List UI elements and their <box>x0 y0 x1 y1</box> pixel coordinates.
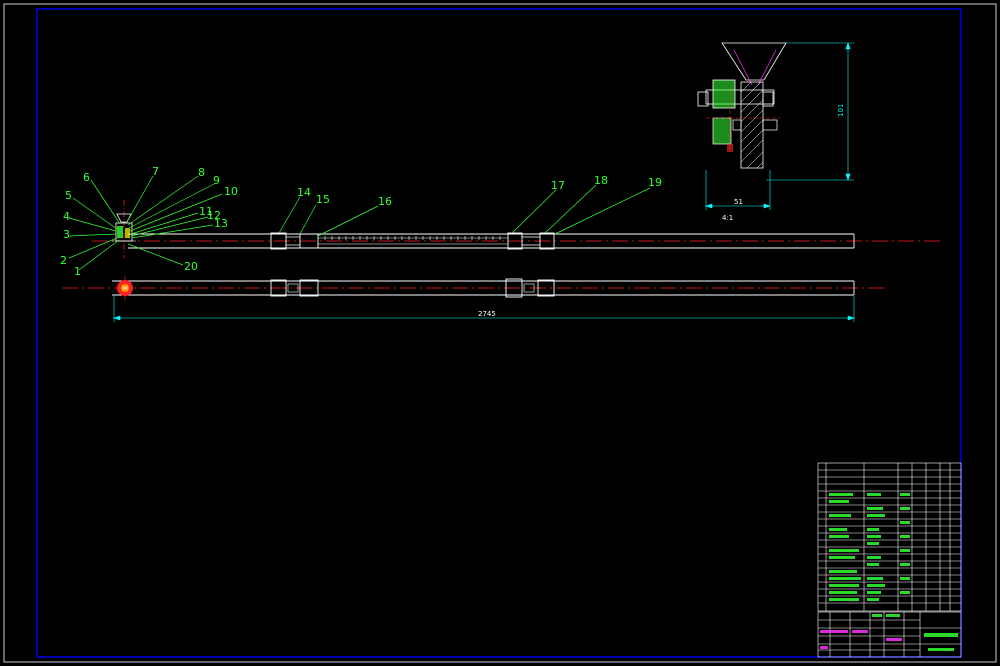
detail-view <box>697 42 854 210</box>
parts-list-table <box>817 462 962 612</box>
detail-height-label: 101 <box>837 104 845 117</box>
head-assembly <box>112 200 136 258</box>
balloon-7: 7 <box>152 165 159 178</box>
balloon-4: 4 <box>63 210 70 223</box>
balloon-15: 15 <box>316 193 330 206</box>
balloon-3: 3 <box>63 228 70 241</box>
balloon-20: 20 <box>184 260 198 273</box>
title-block <box>817 611 962 658</box>
detail-width-label: 51 <box>734 198 743 206</box>
balloon-2: 2 <box>60 254 67 267</box>
threaded-rod <box>318 236 508 245</box>
balloon-14: 14 <box>297 186 311 199</box>
overall-length-dimension <box>113 296 855 322</box>
sheet-border <box>3 3 997 663</box>
balloon-8: 8 <box>198 166 205 179</box>
cad-drawing-sheet: 1 2 3 4 5 6 7 8 9 10 11 12 13 14 15 16 1… <box>3 3 997 663</box>
balloon-18: 18 <box>594 174 608 187</box>
balloon-17: 17 <box>551 179 565 192</box>
front-view <box>68 175 942 271</box>
balloon-10: 10 <box>224 185 238 198</box>
balloon-5: 5 <box>65 189 72 202</box>
detail-scale-label: 4:1 <box>722 214 733 222</box>
balloon-9: 9 <box>213 174 220 187</box>
balloon-1: 1 <box>74 265 81 278</box>
top-view <box>62 276 886 300</box>
overall-length-label: 2745 <box>478 310 496 318</box>
balloon-13: 13 <box>214 217 228 230</box>
drawing-frame <box>36 8 962 658</box>
balloon-6: 6 <box>83 171 90 184</box>
balloon-16: 16 <box>378 195 392 208</box>
balloon-19: 19 <box>648 176 662 189</box>
